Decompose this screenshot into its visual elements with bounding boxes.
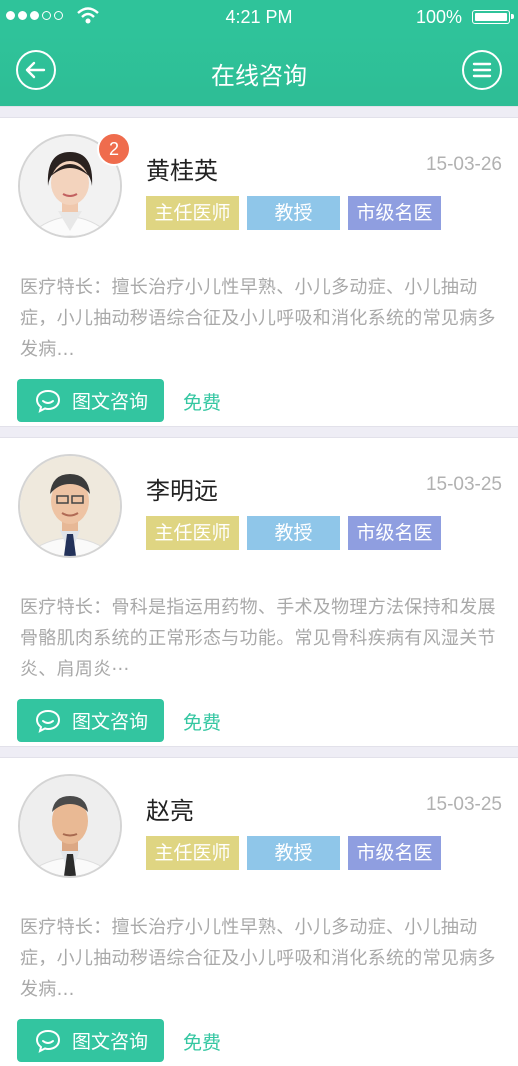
tag-professor: 教授 [247, 196, 340, 230]
doctor-avatar[interactable] [18, 774, 122, 878]
doctor-specialty: 医疗特长：骨科是指运用药物、手术及物理方法保持和发展骨骼肌肉系统的正常形态与功能… [20, 597, 496, 680]
unread-badge: 2 [97, 132, 131, 166]
price-label: 免费 [183, 392, 222, 414]
tag-famous-doctor: 市级名医 [348, 516, 441, 550]
text-consult-button[interactable]: 图文咨询 [17, 699, 164, 742]
consult-date: 15-03-25 [425, 794, 502, 815]
doctor-card[interactable]: 2 黄桂英 15-03-26 主任医师 教授 市级名医 医疗特长：擅长治疗小儿性… [0, 118, 518, 426]
chat-bubble-icon [35, 389, 61, 413]
doctor-name: 黄桂英 [146, 157, 218, 185]
navigation-bar: 在线咨询 [0, 34, 518, 106]
list-divider [0, 106, 518, 118]
text-consult-button[interactable]: 图文咨询 [17, 379, 164, 422]
doctor-name: 李明远 [146, 477, 218, 505]
text-consult-label: 图文咨询 [72, 711, 149, 733]
text-consult-label: 图文咨询 [72, 391, 149, 413]
doctor-card[interactable]: 李明远 15-03-25 主任医师 教授 市级名医 医疗特长：骨科是指运用药物、… [0, 438, 518, 746]
tag-title: 主任医师 [146, 516, 239, 550]
doctor-tags: 主任医师 教授 市级名医 [146, 836, 441, 870]
status-bar: 4:21 PM 100% [0, 0, 518, 34]
doctor-card[interactable]: 赵亮 15-03-25 主任医师 教授 市级名医 医疗特长：擅长治疗小儿性早熟、… [0, 758, 518, 1066]
list-divider [0, 746, 518, 758]
doctor-avatar[interactable] [18, 454, 122, 558]
text-consult-label: 图文咨询 [72, 1031, 149, 1053]
doctor-tags: 主任医师 教授 市级名医 [146, 196, 441, 230]
tag-famous-doctor: 市级名医 [348, 196, 441, 230]
menu-button[interactable] [462, 50, 502, 90]
tag-professor: 教授 [247, 836, 340, 870]
doctor-specialty: 医疗特长：擅长治疗小儿性早熟、小儿多动症、小儿抽动症，小儿抽动秽语综合征及小儿呼… [20, 917, 496, 1000]
list-divider [0, 426, 518, 438]
battery-icon [472, 10, 514, 24]
tag-title: 主任医师 [146, 196, 239, 230]
tag-professor: 教授 [247, 516, 340, 550]
page-title: 在线咨询 [211, 62, 307, 90]
chat-bubble-icon [35, 709, 61, 733]
tag-title: 主任医师 [146, 836, 239, 870]
doctor-name: 赵亮 [146, 797, 194, 825]
chat-bubble-icon [35, 1029, 61, 1053]
text-consult-button[interactable]: 图文咨询 [17, 1019, 164, 1062]
doctor-specialty: 医疗特长：擅长治疗小儿性早熟、小儿多动症、小儿抽动症，小儿抽动秽语综合征及小儿呼… [20, 277, 496, 360]
consult-date: 15-03-25 [425, 474, 502, 495]
price-label: 免费 [183, 1032, 222, 1054]
price-label: 免费 [183, 712, 222, 734]
doctor-list: 2 黄桂英 15-03-26 主任医师 教授 市级名医 医疗特长：擅长治疗小儿性… [0, 106, 518, 1066]
tag-famous-doctor: 市级名医 [348, 836, 441, 870]
consult-date: 15-03-26 [425, 154, 502, 175]
hamburger-menu-icon [472, 62, 492, 78]
battery-percentage: 100% [415, 7, 462, 27]
doctor-tags: 主任医师 教授 市级名医 [146, 516, 441, 550]
